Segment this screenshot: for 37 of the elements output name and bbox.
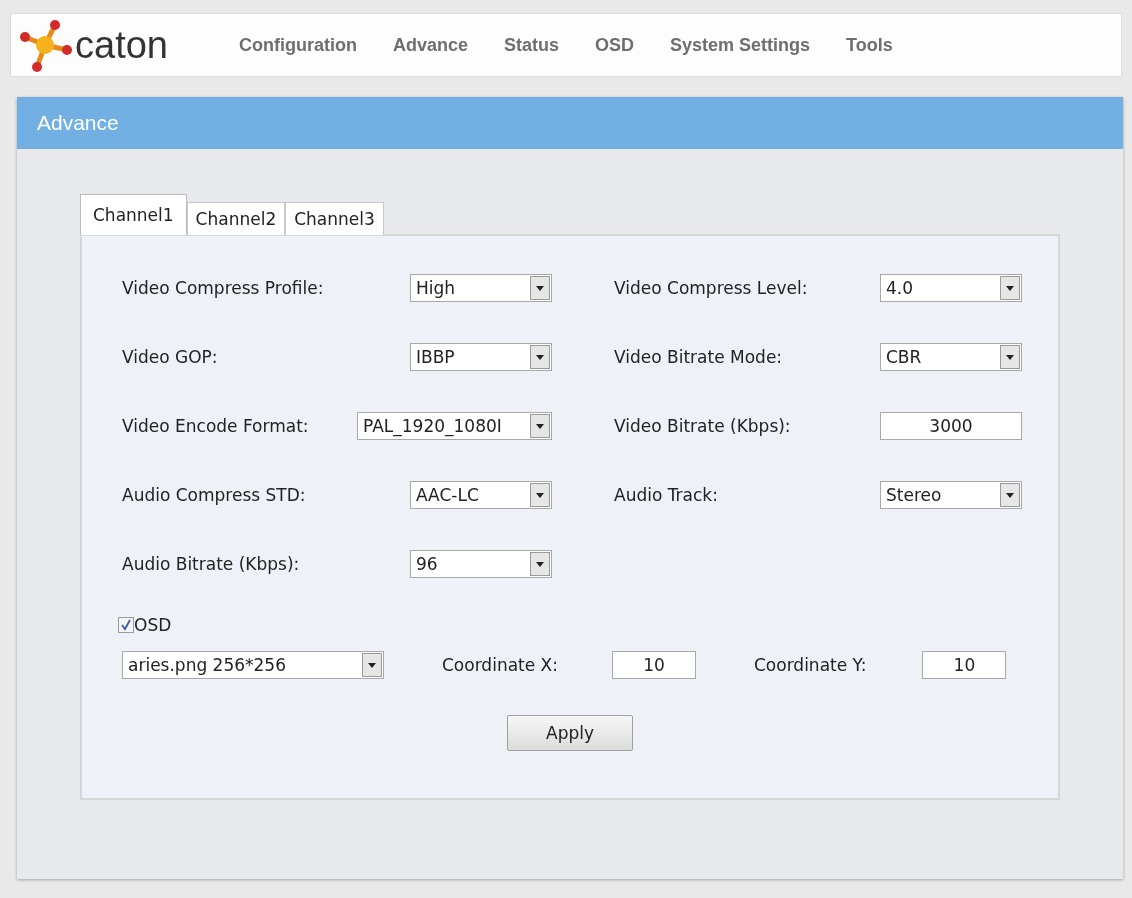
nav-link[interactable]: OSD <box>595 34 635 56</box>
dropdown[interactable]: PAL_1920_1080I <box>357 412 552 440</box>
field-label: Video Compress Profile: <box>122 278 324 298</box>
dropdown[interactable]: AAC-LC <box>410 481 552 509</box>
logo-text: caton <box>75 23 168 67</box>
apply-button[interactable]: Apply <box>507 715 633 751</box>
field-label: Video Compress Level: <box>614 278 808 298</box>
dropdown[interactable]: CBR <box>880 343 1022 371</box>
nav-link[interactable]: System Settings <box>670 34 811 56</box>
dropdown[interactable]: 96 <box>410 550 552 578</box>
field-label: Video GOP: <box>122 347 218 367</box>
field-label: Audio Bitrate (Kbps): <box>122 554 300 574</box>
dropdown[interactable]: IBBP <box>410 343 552 371</box>
dropdown[interactable]: aries.png 256*256 <box>122 651 384 679</box>
field-label: Audio Compress STD: <box>122 485 306 505</box>
dropdown[interactable]: High <box>410 274 552 302</box>
dropdown[interactable]: 4.0 <box>880 274 1022 302</box>
nav-link[interactable]: Status <box>504 34 560 56</box>
nav-link[interactable]: Configuration <box>239 34 357 56</box>
field-label: Video Bitrate Mode: <box>614 347 783 367</box>
input-field[interactable]: 10 <box>922 651 1007 679</box>
tab[interactable]: Channel1 <box>80 194 187 235</box>
field-label: Coordinate X: <box>442 655 558 675</box>
checkbox-label: OSD <box>134 615 172 635</box>
input-field[interactable]: 3000 <box>880 412 1022 440</box>
field-label: Video Bitrate (Kbps): <box>614 416 791 436</box>
checkbox[interactable] <box>118 617 134 633</box>
dropdown[interactable]: Stereo <box>880 481 1022 509</box>
input-field[interactable]: 10 <box>612 651 696 679</box>
panel-title: Advance <box>17 97 1123 149</box>
field-label: Coordinate Y: <box>754 655 867 675</box>
nav-link[interactable]: Tools <box>846 34 893 56</box>
nav-link[interactable]: Advance <box>393 34 469 56</box>
field-label: Audio Track: <box>614 485 718 505</box>
tab[interactable]: Channel2 <box>186 202 286 235</box>
field-label: Video Encode Format: <box>122 416 309 436</box>
tab[interactable]: Channel3 <box>285 202 384 235</box>
